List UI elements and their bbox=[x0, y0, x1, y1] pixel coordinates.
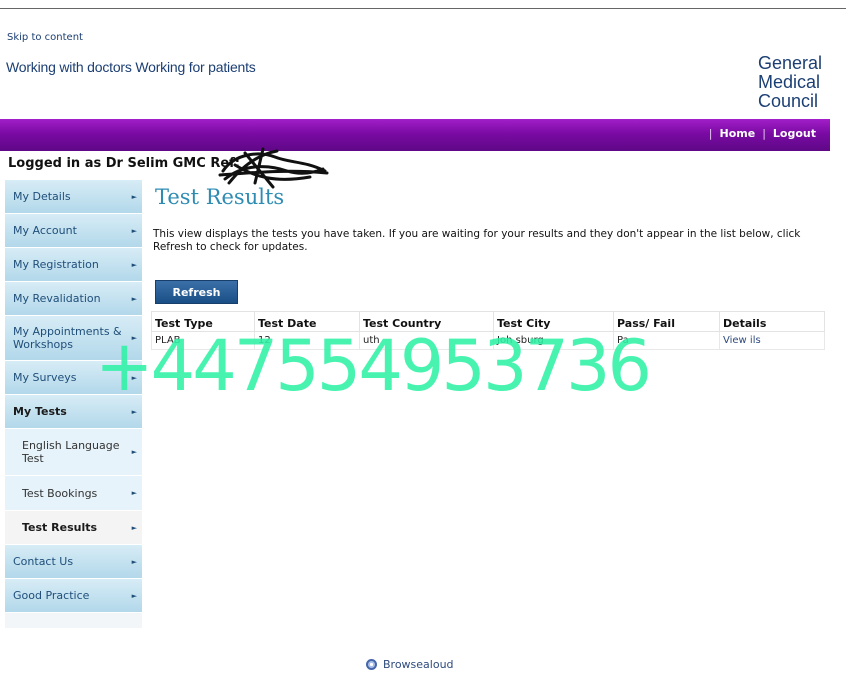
cell-details: View ils bbox=[719, 331, 825, 350]
sidebar-item-label: Test Bookings bbox=[22, 486, 98, 500]
top-rule bbox=[0, 8, 846, 9]
logo-line-2: Medical bbox=[758, 72, 821, 92]
page-description: This view displays the tests you have ta… bbox=[153, 228, 801, 253]
chevron-right-icon: ► bbox=[131, 448, 137, 456]
sidebar-item-good-practice[interactable]: Good Practice ► bbox=[5, 579, 142, 613]
sidebar-item-english-language-test[interactable]: English Language Test ► bbox=[5, 429, 142, 476]
top-nav-bar: | Home | Logout bbox=[0, 119, 830, 151]
sidebar-item-label: My Account bbox=[13, 224, 77, 237]
browsealoud-icon bbox=[366, 659, 377, 670]
sidebar-item-label: My Revalidation bbox=[13, 292, 101, 305]
logo-line-3: Council bbox=[758, 91, 819, 111]
sidebar-item-my-account[interactable]: My Account ► bbox=[5, 214, 142, 248]
chevron-right-icon: ► bbox=[131, 192, 137, 201]
sidebar-item-label: My Surveys bbox=[13, 371, 77, 384]
site-tagline: Working with doctors Working for patient… bbox=[6, 59, 256, 75]
logo-line-1: General bbox=[758, 53, 823, 73]
sidebar-item-label: My Details bbox=[13, 190, 71, 203]
top-nav-links: | Home | Logout bbox=[702, 127, 816, 140]
chevron-right-icon: ► bbox=[131, 260, 137, 269]
column-header: Details bbox=[719, 311, 825, 332]
chevron-right-icon: ► bbox=[131, 226, 137, 235]
sidebar-item-label: Contact Us bbox=[13, 555, 74, 568]
gmc-logo[interactable]: General Medical Council bbox=[758, 54, 838, 111]
refresh-button[interactable]: Refresh bbox=[155, 280, 238, 304]
sidebar-item-my-revalidation[interactable]: My Revalidation ► bbox=[5, 282, 142, 316]
logged-in-status: Logged in as Dr Selim GMC Ref: bbox=[8, 156, 240, 171]
chevron-right-icon: ► bbox=[131, 489, 137, 497]
skip-to-content-link[interactable]: Skip to content bbox=[7, 32, 83, 43]
nav-separator: | bbox=[762, 127, 766, 140]
sidebar-item-test-results[interactable]: Test Results ► bbox=[5, 511, 142, 545]
chevron-right-icon: ► bbox=[131, 591, 137, 600]
home-link[interactable]: Home bbox=[720, 127, 756, 140]
browsealoud-link[interactable]: Browsealoud bbox=[366, 658, 454, 671]
chevron-right-icon: ► bbox=[131, 557, 137, 566]
sidebar-item-contact-us[interactable]: Contact Us ► bbox=[5, 545, 142, 579]
logout-link[interactable]: Logout bbox=[773, 127, 816, 140]
sidebar-item-label: Test Results bbox=[22, 521, 98, 534]
sidebar-item-label: My Tests bbox=[13, 405, 67, 418]
chevron-right-icon: ► bbox=[131, 523, 137, 532]
sidebar-item-my-details[interactable]: My Details ► bbox=[5, 180, 142, 214]
browsealoud-label: Browsealoud bbox=[383, 658, 454, 671]
sidebar-item-my-registration[interactable]: My Registration ► bbox=[5, 248, 142, 282]
sidebar-item-label: Good Practice bbox=[13, 589, 90, 602]
sidebar-item-label: English Language Test bbox=[22, 439, 120, 465]
sidebar-item-label: My Registration bbox=[13, 258, 99, 271]
sidebar-item-test-bookings[interactable]: Test Bookings ► bbox=[5, 476, 142, 511]
view-details-link[interactable]: View ils bbox=[723, 335, 761, 346]
chevron-right-icon: ► bbox=[131, 294, 137, 303]
nav-separator: | bbox=[708, 127, 713, 140]
chevron-right-icon: ► bbox=[131, 407, 137, 416]
page-title: Test Results bbox=[155, 185, 285, 209]
redaction-scribble bbox=[218, 147, 329, 189]
phone-number-watermark: +447554953736 bbox=[95, 325, 652, 407]
